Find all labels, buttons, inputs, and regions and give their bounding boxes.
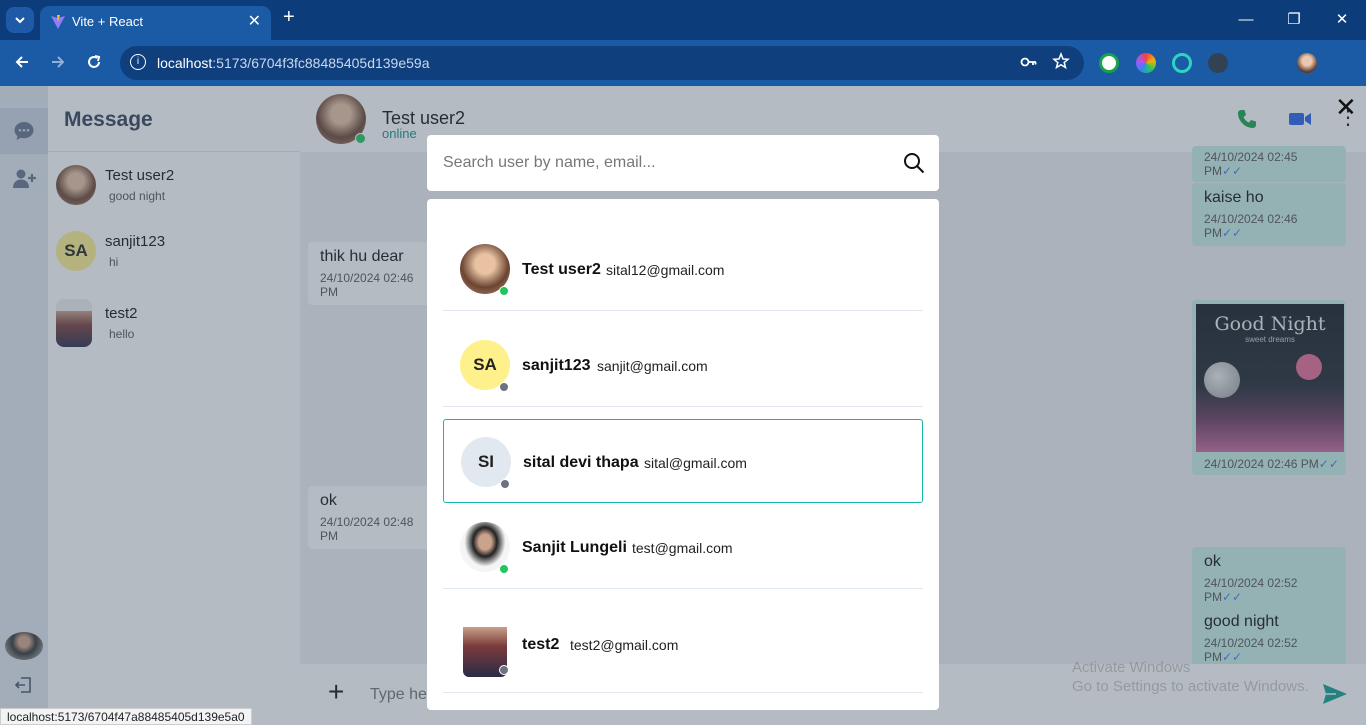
close-window-button[interactable]: ✕ — [1318, 0, 1366, 40]
browser-tab[interactable]: Vite + React ✕ — [40, 6, 271, 40]
search-results-list: Test user2 sital12@gmail.com SA sanjit12… — [427, 199, 939, 710]
tab-title: Vite + React — [72, 14, 143, 29]
new-tab-button[interactable]: + — [283, 6, 295, 29]
reload-icon[interactable] — [86, 54, 102, 70]
result-name: sanjit123 — [522, 357, 591, 374]
back-arrow-icon[interactable] — [14, 54, 30, 70]
result-email: sital@gmail.com — [644, 455, 747, 471]
vite-favicon-icon — [51, 15, 65, 29]
url-text: localhost:5173/6704f3fc88485405d139e59a — [157, 55, 430, 71]
result-email: test@gmail.com — [632, 540, 733, 556]
window-controls: — ❐ ✕ — [1222, 0, 1366, 40]
result-email: test2@gmail.com — [570, 637, 679, 653]
close-search-button[interactable]: ✕ — [1335, 94, 1357, 120]
result-name: Test user2 — [522, 261, 601, 278]
password-key-icon[interactable] — [1020, 53, 1038, 71]
tab-close-icon[interactable]: ✕ — [248, 11, 261, 31]
result-name: test2 — [522, 636, 560, 653]
browser-tab-strip: Vite + React ✕ + — ❐ ✕ — [0, 0, 1366, 40]
tab-search-button[interactable] — [6, 7, 34, 33]
search-result-item[interactable]: SA sanjit123 sanjit@gmail.com — [443, 323, 923, 407]
offline-indicator — [499, 665, 509, 675]
online-indicator — [499, 286, 509, 296]
result-name: Sanjit Lungeli — [522, 539, 627, 556]
link-status-bar: localhost:5173/6704f47a88485405d139e5a0 — [0, 708, 252, 725]
chevron-down-icon — [15, 17, 25, 24]
site-info-icon[interactable]: i — [130, 54, 146, 70]
search-result-item[interactable]: Sanjit Lungeli test@gmail.com — [443, 505, 923, 589]
circle-extension-icon[interactable] — [1172, 53, 1192, 73]
watermark-line2: Go to Settings to activate Windows. — [1072, 678, 1309, 695]
minimize-button[interactable]: — — [1222, 0, 1270, 40]
restore-button[interactable]: ❐ — [1270, 0, 1318, 40]
bookmark-star-icon[interactable] — [1052, 52, 1070, 70]
color-picker-extension-icon[interactable] — [1136, 53, 1156, 73]
result-email: sital12@gmail.com — [606, 262, 725, 278]
forward-arrow-icon[interactable] — [50, 54, 66, 70]
grammarly-extension-icon[interactable] — [1099, 53, 1119, 73]
activate-windows-watermark: Activate Windows Go to Settings to activ… — [1072, 658, 1309, 696]
watermark-line1: Activate Windows — [1072, 659, 1191, 676]
offline-indicator — [500, 479, 510, 489]
search-result-item[interactable]: Test user2 sital12@gmail.com — [443, 227, 923, 311]
search-icon[interactable] — [903, 152, 925, 174]
search-result-item[interactable]: test2 test2@gmail.com — [443, 603, 923, 693]
profile-avatar[interactable] — [1297, 53, 1317, 73]
bug-extension-icon[interactable] — [1208, 53, 1228, 73]
offline-indicator — [499, 382, 509, 392]
online-indicator — [499, 564, 509, 574]
result-email: sanjit@gmail.com — [597, 358, 708, 374]
user-search-bar — [427, 135, 939, 191]
result-name: sital devi thapa — [523, 454, 639, 471]
user-search-input[interactable] — [427, 135, 887, 191]
search-result-item-selected[interactable]: SI sital devi thapa sital@gmail.com — [443, 419, 923, 503]
browser-toolbar: i localhost:5173/6704f3fc88485405d139e59… — [0, 40, 1366, 112]
address-bar[interactable]: i localhost:5173/6704f3fc88485405d139e59… — [120, 46, 1084, 80]
